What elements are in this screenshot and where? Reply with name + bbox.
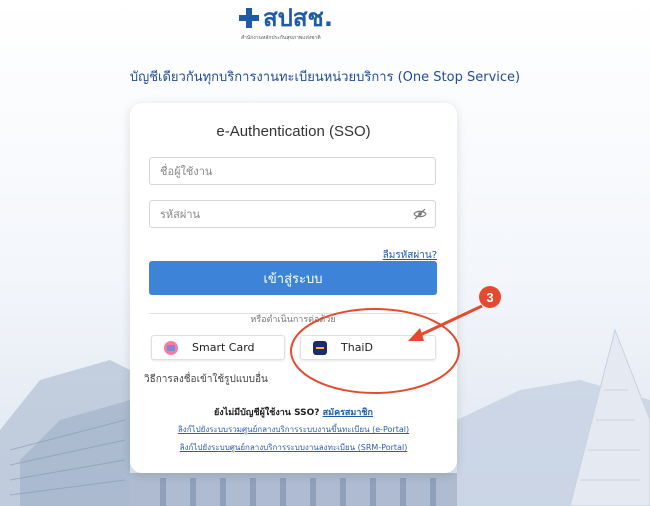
or-divider: หรือดำเนินการต่อด้วย [149, 307, 437, 325]
password-field-wrapper [149, 200, 436, 228]
login-title: e-Authentication (SSO) [216, 123, 371, 140]
eye-slash-icon[interactable] [413, 208, 427, 220]
username-field-wrapper [149, 157, 436, 185]
no-account-text: ยังไม่มีบัญชีผู้ใช้งาน SSO? [214, 408, 320, 418]
thaid-label: ThaiD [341, 341, 373, 354]
login-button[interactable]: เข้าสู่ระบบ [149, 261, 437, 295]
password-input[interactable] [150, 201, 400, 227]
login-card: e-Authentication (SSO) ลืมรหัสผ่าน? เข้า… [130, 103, 457, 473]
service-title: บัญชีเดียวกันทุกบริการงานทะเบียนหน่วยบริ… [129, 70, 521, 85]
eportal-link[interactable]: ลิงก์ไปยังระบบรวมศูนย์กลางบริการระบบงานข… [130, 423, 457, 436]
thaid-button[interactable]: ThaiD [300, 335, 436, 360]
logo-subtitle: สำนักงานหลักประกันสุขภาพแห่งชาติ [241, 35, 321, 41]
smartcard-icon [164, 340, 178, 355]
step-badge: 3 [479, 286, 501, 308]
divider-text: หรือดำเนินการต่อด้วย [244, 315, 342, 325]
thaid-icon [313, 340, 327, 355]
no-account-line: ยังไม่มีบัญชีผู้ใช้งาน SSO? สมัครสมาชิก [130, 405, 457, 419]
register-link[interactable]: สมัครสมาชิก [323, 408, 373, 418]
username-input[interactable] [150, 158, 400, 184]
smartcard-button[interactable]: Smart Card [151, 335, 285, 360]
smartcard-label: Smart Card [192, 341, 255, 354]
other-methods-text: วิธีการลงชื่อเข้าใช้รูปแบบอื่น [144, 374, 268, 385]
nhso-logo: สปสช. สำนักงานหลักประกันสุขภาพแห่งชาติ [239, 6, 349, 54]
logo-text: สปสช. [263, 4, 333, 32]
srmportal-link[interactable]: ลิงก์ไปยังระบบศูนย์กลางบริการระบบงานลงทะ… [130, 441, 457, 454]
medical-cross-icon [239, 8, 259, 28]
